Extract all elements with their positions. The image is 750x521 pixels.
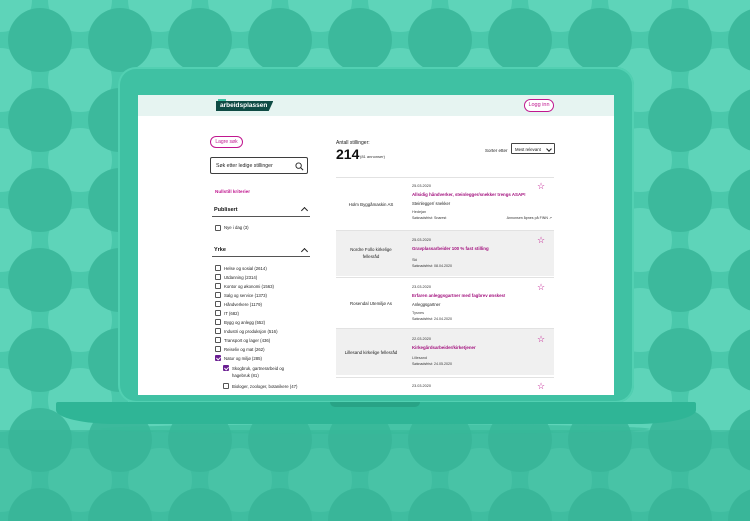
job-title-link[interactable]: Kirkegårdsarbeider/kirketjener [412, 345, 476, 350]
employer-name: Holm Byggåmaskin AS [348, 202, 394, 207]
laptop-notch [330, 402, 420, 407]
employer-name: Lillesand kirkelige fellesråd [344, 350, 398, 355]
sort-value: Mest relevant [515, 147, 541, 152]
result-count: 214 [336, 146, 360, 162]
checkbox-label: Kontor og økonomi (1563) [224, 284, 274, 289]
sort-select[interactable]: Mest relevant [511, 143, 555, 154]
checkbox-label: Transport og lager (436) [224, 338, 271, 343]
checkbox-occupation[interactable] [215, 337, 221, 343]
divider [212, 256, 310, 257]
job-card[interactable]: Rosendal Utemiljø As 23.03.2020 Erfaren … [336, 277, 554, 326]
job-card[interactable]: Lillesand kirkelige fellesråd 22.03.2020… [336, 328, 554, 375]
job-card[interactable]: 23.03.2020 ☆ [336, 377, 554, 395]
reset-criteria-link[interactable]: Nullstill kriterier [215, 189, 250, 194]
login-button[interactable]: Logg inn [524, 99, 554, 112]
job-date: 22.03.2020 [412, 337, 432, 341]
sort-label: Sorter etter [485, 148, 508, 153]
checkbox-label: Utdanning (2314) [224, 275, 258, 280]
search-icon[interactable] [295, 162, 304, 171]
checkbox-label: Håndverkere (1179) [224, 302, 262, 307]
checkbox-label: Skogbruk, gartnerarbeid og [232, 366, 285, 371]
checkbox-label: Bygg og anlegg (552) [224, 320, 266, 325]
employer-name-cont: fellesråd [362, 254, 380, 259]
job-date: 23.03.2020 [412, 384, 432, 388]
checkbox-occupation[interactable] [215, 346, 221, 352]
checkbox-label: IT (682) [224, 311, 239, 316]
chevron-down-icon [546, 146, 552, 152]
checkbox-new-today[interactable] [215, 225, 221, 231]
job-card[interactable]: Holm Byggåmaskin AS 25.03.2020 Allsidig … [336, 177, 554, 227]
checkbox-label: Reiseliv og mat (262) [224, 347, 265, 352]
checkbox-suboccupation[interactable] [223, 383, 229, 389]
chevron-up-icon[interactable] [300, 206, 309, 215]
job-location: Lillesand [412, 356, 427, 360]
job-title-link[interactable]: Allsidig håndverker, steinlegger/snekker… [412, 192, 526, 197]
checkbox-label: Industri og produksjon (516) [224, 329, 278, 334]
star-icon[interactable]: ☆ [537, 382, 545, 391]
checkbox-label: Natur og miljø (285) [224, 356, 262, 361]
job-deadline: Søknadsfrist: 08.04.2020 [412, 264, 452, 268]
checkbox-occupation[interactable] [215, 301, 221, 307]
checkbox-label: Nye i dag (3) [224, 225, 249, 230]
checkbox-occupation[interactable] [215, 328, 221, 334]
checkbox-occupation[interactable] [215, 274, 221, 280]
checkbox-occupation[interactable] [215, 292, 221, 298]
job-title-link[interactable]: Erfaren anleggsgartner med fagbrev ønske… [412, 293, 505, 298]
checkbox-label: Salg og service (1373) [224, 293, 267, 298]
divider [212, 216, 310, 217]
checkbox-occupation-checked[interactable] [215, 355, 221, 361]
job-location: Tysnes [412, 311, 425, 315]
checkbox-label-cont: hagebruk (81) [232, 373, 259, 378]
search-placeholder: Søk etter ledige stillinger [216, 163, 273, 169]
job-date: 25.03.2020 [412, 184, 432, 188]
checkbox-label: Biologer, zoologer, botanikere (47) [232, 384, 298, 389]
laptop-shadow [100, 424, 650, 434]
checkbox-occupation[interactable] [215, 283, 221, 289]
star-icon[interactable]: ☆ [537, 182, 545, 191]
job-deadline: Søknadsfrist: Snarest [412, 216, 447, 220]
star-icon[interactable]: ☆ [537, 283, 545, 292]
save-search-button[interactable]: Lagre søk [210, 136, 243, 148]
published-heading: Publisert [214, 207, 238, 213]
checkbox-occupation[interactable] [215, 319, 221, 325]
job-deadline: Søknadsfrist: 24.04.2020 [412, 317, 452, 321]
job-title-link[interactable]: Gravplassarbeider 100 % fast stilling [412, 246, 489, 251]
external-ad-link[interactable]: Annonsen åpnes på FINN ↗ [507, 216, 552, 220]
job-location: Ski [412, 258, 418, 262]
ad-count: (81 annonser) [360, 154, 385, 159]
job-subtitle: Steinlegger/ snekker [412, 201, 451, 206]
occupation-heading: Yrke [214, 247, 226, 253]
job-date: 23.03.2020 [412, 285, 432, 289]
employer-name: Nordre Follo kirkelige [350, 247, 392, 252]
search-input[interactable]: Søk etter ledige stillinger [210, 157, 308, 174]
checkbox-label: Helse og sosial (2614) [224, 266, 267, 271]
checkbox-occupation[interactable] [215, 310, 221, 316]
job-location: Hedejan [412, 210, 427, 214]
star-icon[interactable]: ☆ [537, 236, 545, 245]
chevron-up-icon[interactable] [300, 247, 309, 256]
employer-name: Rosendal Utemiljø As [350, 301, 392, 306]
job-deadline: Søknadsfrist: 24.05.2020 [412, 362, 452, 366]
job-date: 25.03.2020 [412, 238, 432, 242]
site-logo[interactable]: arbeidsplassen [216, 101, 274, 111]
job-subtitle: Anleggsgartner [412, 302, 441, 307]
top-bar: arbeidsplassen Logg inn [138, 95, 614, 116]
checkbox-suboccupation-checked[interactable] [223, 365, 229, 371]
star-icon[interactable]: ☆ [537, 335, 545, 344]
browser-screen: arbeidsplassen Logg inn Lagre søk Søk et… [138, 95, 614, 395]
job-card[interactable]: Nordre Follo kirkelige fellesråd 25.03.2… [336, 230, 554, 276]
checkbox-occupation[interactable] [215, 265, 221, 271]
